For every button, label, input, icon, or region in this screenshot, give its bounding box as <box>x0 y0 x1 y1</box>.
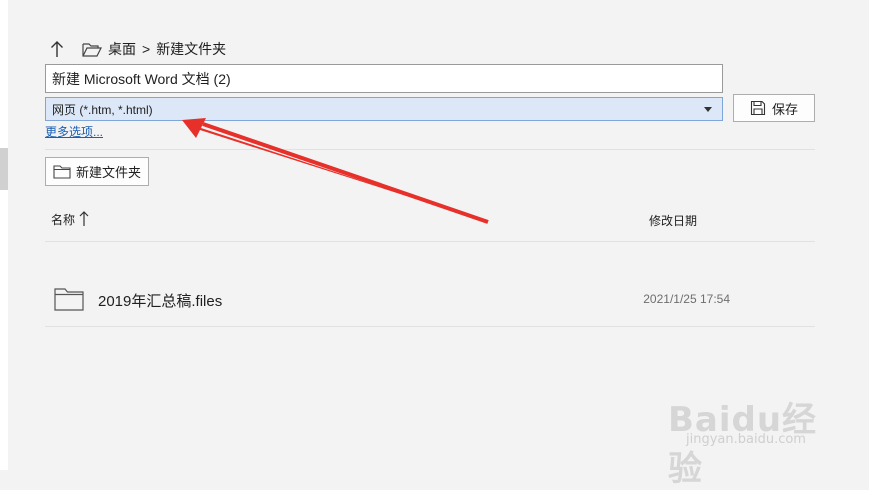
file-modified-date: 2021/1/25 17:54 <box>643 292 730 306</box>
left-navigation-pane <box>0 0 8 470</box>
address-bar: 桌面 > 新建文件夹 <box>48 38 226 60</box>
column-header-name[interactable]: 名称 <box>51 210 91 228</box>
arrow-up-icon[interactable] <box>48 39 66 59</box>
save-button[interactable]: 保存 <box>733 94 815 122</box>
scrollbar-thumb[interactable] <box>0 148 8 190</box>
file-type-value: 网页 (*.htm, *.html) <box>52 102 153 117</box>
breadcrumb-item-new-folder[interactable]: 新建文件夹 <box>156 39 226 59</box>
divider <box>45 149 815 150</box>
save-button-label: 保存 <box>771 101 798 117</box>
new-folder-button[interactable]: 新建文件夹 <box>45 157 149 186</box>
filename-input[interactable]: 新建 Microsoft Word 文档 (2) <box>45 64 723 93</box>
file-list-item[interactable]: 2019年汇总稿.files 2021/1/25 17:54 <box>45 275 815 319</box>
file-name: 2019年汇总稿.files <box>98 293 223 310</box>
divider <box>45 241 815 242</box>
watermark-url: jingyan.baidu.com <box>686 432 806 447</box>
folder-icon <box>54 287 84 311</box>
more-options-link[interactable]: 更多选项... <box>45 123 103 140</box>
save-icon <box>750 100 766 116</box>
chevron-down-icon[interactable] <box>704 106 712 112</box>
filename-value: 新建 Microsoft Word 文档 (2) <box>52 70 231 87</box>
folder-icon <box>53 164 71 179</box>
baidu-watermark: Baidu经验 jingyan.baidu.com <box>668 372 838 489</box>
divider <box>45 326 815 327</box>
column-name-label: 名称 <box>51 212 76 227</box>
breadcrumb-item-desktop[interactable]: 桌面 <box>108 39 136 59</box>
folder-open-icon <box>82 41 102 57</box>
new-folder-label: 新建文件夹 <box>76 165 142 180</box>
column-header-date[interactable]: 修改日期 <box>649 212 697 229</box>
sort-ascending-icon <box>79 210 91 228</box>
file-type-select[interactable]: 网页 (*.htm, *.html) <box>45 97 723 121</box>
breadcrumb-separator: > <box>142 41 151 57</box>
